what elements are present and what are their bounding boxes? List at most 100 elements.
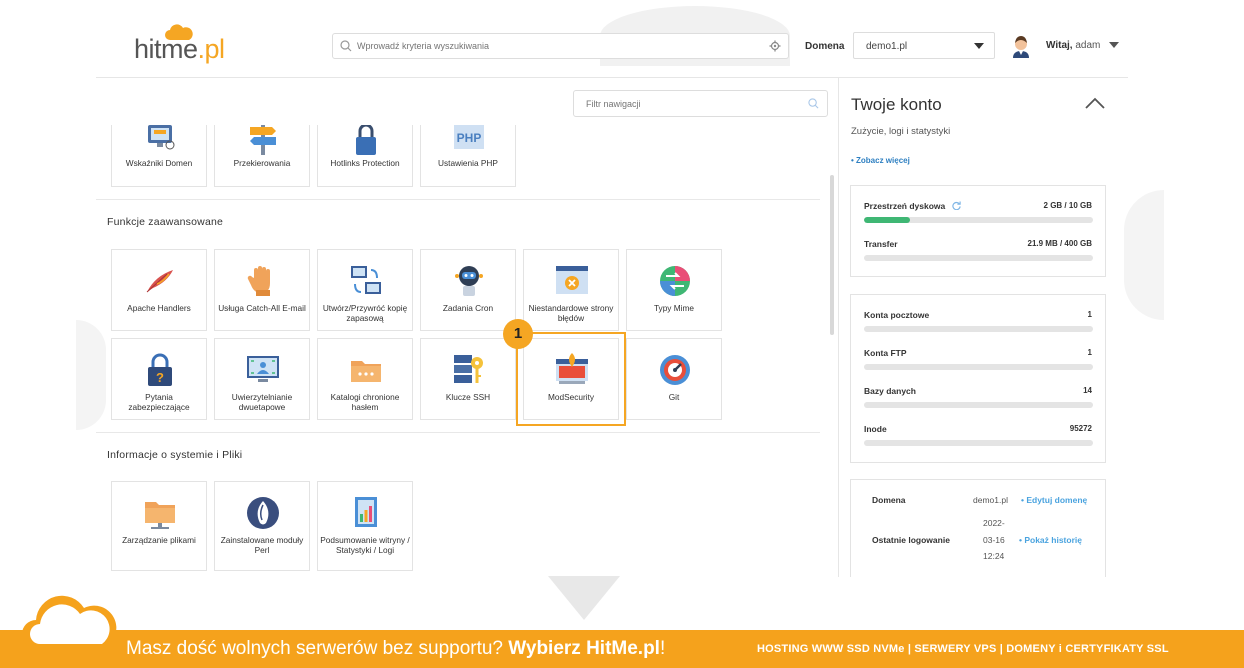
usage-card: Przestrzeń dyskowa 2 GB / 10 GB Transfer… <box>850 185 1106 277</box>
domain-info-value: demo1.pl <box>973 495 1008 505</box>
tile-php-settings[interactable]: PHP Ustawienia PHP <box>420 125 516 187</box>
account-title: Twoje konto <box>851 95 942 114</box>
last-login-date: 03-16 <box>983 535 1005 545</box>
tile-label: Klucze SSH <box>445 392 491 402</box>
count-value: 95272 <box>1069 424 1092 433</box>
tile-backup[interactable]: Utwórz/Przywróć kopię zapasową <box>317 249 413 331</box>
count-bar <box>864 364 1093 370</box>
tile-label: Zainstalowane moduły Perl <box>220 535 304 555</box>
hand-icon <box>247 266 270 296</box>
domain-pointers-icon <box>148 125 175 150</box>
nav-filter-input[interactable] <box>586 97 786 111</box>
show-history-link[interactable]: • Pokaż historię <box>1019 535 1082 545</box>
tile-hotlinks-protection[interactable]: Hotlinks Protection <box>317 125 413 187</box>
tile-label: Git <box>668 392 680 402</box>
count-value: 14 <box>1083 386 1092 395</box>
account-subtitle: Zużycie, logi i statystyki <box>851 126 951 137</box>
panel-divider <box>838 77 839 577</box>
tile-two-factor-auth[interactable]: Uwierzytelnianie dwuetapowe <box>214 338 310 420</box>
edit-domain-link[interactable]: • Edytuj domenę <box>1021 495 1087 505</box>
tile-label: Hotlinks Protection <box>330 158 400 168</box>
modsecurity-highlight-frame <box>516 332 626 426</box>
ssh-key-icon <box>454 355 483 383</box>
last-login-date: 2022- <box>983 518 1005 528</box>
callout-badge: 1 <box>503 319 533 349</box>
count-label: Inode <box>864 424 887 434</box>
tile-custom-error-pages[interactable]: Niestandardowe strony błędów <box>523 249 619 331</box>
count-bar <box>864 402 1093 408</box>
count-bar <box>864 326 1093 332</box>
php-icon: PHP <box>454 125 484 149</box>
nav-scrollbar[interactable] <box>830 175 834 335</box>
nav-filter[interactable] <box>573 90 828 117</box>
usage-bar-transfer <box>864 255 1093 261</box>
global-search[interactable] <box>332 33 789 59</box>
stats-icon <box>355 497 377 527</box>
chevron-up-icon[interactable] <box>1084 96 1106 110</box>
avatar[interactable] <box>1010 34 1032 58</box>
search-input[interactable] <box>357 38 757 54</box>
tile-mime-types[interactable]: Typy Mime <box>626 249 722 331</box>
tile-label: Niestandardowe strony błędów <box>528 303 614 323</box>
promo-brand: Wybierz HitMe.pl <box>508 638 660 659</box>
protected-folder-icon <box>351 361 381 382</box>
count-bar <box>864 440 1093 446</box>
logo-text: hitme.pl <box>134 34 225 64</box>
user-menu-chevron-icon[interactable] <box>1109 42 1119 48</box>
section-divider <box>96 432 820 433</box>
count-value: 1 <box>1087 310 1092 319</box>
hitme-logo[interactable]: hitme.pl <box>134 24 244 68</box>
tile-perl-modules[interactable]: Zainstalowane moduły Perl <box>214 481 310 571</box>
section-title-advanced: Funkcje zaawansowane <box>107 216 224 228</box>
domain-select-value: demo1.pl <box>866 41 908 52</box>
see-more-link[interactable]: • Zobacz więcej <box>851 156 910 165</box>
usage-value-transfer: 21.9 MB / 400 GB <box>1027 239 1092 248</box>
tile-file-manager[interactable]: Zarządzanie plikami <box>111 481 207 571</box>
usage-value-disk: 2 GB / 10 GB <box>1043 201 1092 210</box>
tile-label: Podsumowanie witryny / Statystyki / Logi <box>320 535 410 555</box>
promo-footer[interactable]: Masz dość wolnych serwerów bez supportu?… <box>0 630 1244 668</box>
tile-password-protected-dirs[interactable]: Katalogi chronione hasłem <box>317 338 413 420</box>
search-icon <box>340 40 352 52</box>
promo-message: Masz dość wolnych serwerów bez supportu?… <box>126 638 666 659</box>
count-label: Konta FTP <box>864 348 907 358</box>
usage-fill-disk <box>864 217 910 223</box>
domain-label: Domena <box>805 41 845 52</box>
tile-label: Przekierowania <box>233 158 291 168</box>
user-greeting[interactable]: Witaj, adam <box>1046 40 1100 51</box>
domain-select[interactable]: demo1.pl <box>853 32 995 59</box>
refresh-icon[interactable] <box>951 201 961 211</box>
decor-arrow <box>548 576 620 620</box>
decor-left <box>76 320 106 430</box>
error-page-icon <box>556 266 588 294</box>
promo-services: HOSTING WWW SSD NVMe | SERWERY VPS | DOM… <box>757 643 1169 655</box>
feather-icon <box>146 270 173 293</box>
tile-security-questions[interactable]: ? Pytania zabezpieczające <box>111 338 207 420</box>
two-factor-icon <box>247 356 279 382</box>
tile-site-summary[interactable]: Podsumowanie witryny / Statystyki / Logi <box>317 481 413 571</box>
last-login-label: Ostatnie logowanie <box>872 535 950 545</box>
chevron-down-icon <box>974 43 984 49</box>
tile-label: Uwierzytelnianie dwuetapowe <box>231 392 293 412</box>
tile-cron-jobs[interactable]: Zadania Cron <box>420 249 516 331</box>
robot-icon <box>455 266 483 296</box>
cloud-icon <box>22 595 117 648</box>
svg-text:PHP: PHP <box>457 131 482 145</box>
tile-catch-all-email[interactable]: Usługa Catch-All E-mail <box>214 249 310 331</box>
tile-redirects[interactable]: Przekierowania <box>214 125 310 187</box>
lock-icon <box>356 125 376 155</box>
gear-icon[interactable] <box>769 40 781 52</box>
search-icon <box>808 98 819 109</box>
svg-text:?: ? <box>156 370 164 385</box>
tile-label: Usługa Catch-All E-mail <box>218 303 306 313</box>
tile-ssh-keys[interactable]: Klucze SSH <box>420 338 516 420</box>
tile-git[interactable]: Git <box>626 338 722 420</box>
tile-label: Zadania Cron <box>442 303 494 313</box>
count-label: Bazy danych <box>864 386 916 396</box>
file-manager-icon <box>145 502 175 529</box>
tile-domain-pointers[interactable]: Wskaźniki Domen <box>111 125 207 187</box>
counts-card: Konta pocztowe 1 Konta FTP 1 Bazy danych… <box>850 294 1106 463</box>
git-icon <box>660 355 690 385</box>
tile-apache-handlers[interactable]: Apache Handlers <box>111 249 207 331</box>
tile-label: Zarządzanie plikami <box>122 535 196 545</box>
